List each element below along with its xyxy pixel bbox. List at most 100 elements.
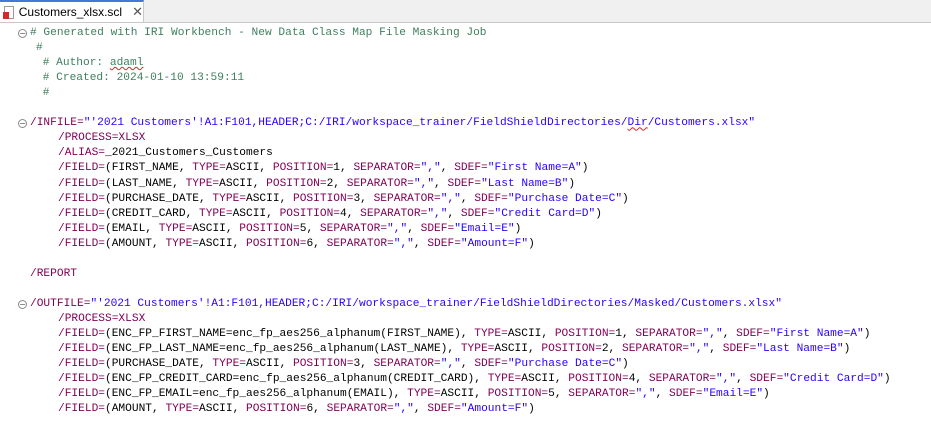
- tab-label: Customers_xlsx.scl: [18, 5, 123, 19]
- code-token: ",": [440, 192, 461, 205]
- code-token: ",": [689, 343, 710, 356]
- code-editor[interactable]: − # Generated with IRI Workbench - New Da…: [0, 23, 931, 424]
- code-line[interactable]: /FIELD=(ENC_FP_LAST_NAME=enc_fp_aes256_a…: [0, 342, 931, 357]
- code-token: ,: [447, 207, 461, 220]
- fold-toggle-icon[interactable]: −: [18, 299, 27, 309]
- code-text: /OUTFILE="'2021 Customers'!A1:F101,HEADE…: [30, 297, 782, 312]
- code-text: /FIELD=(LAST_NAME, TYPE=ASCII, POSITION=…: [58, 177, 575, 192]
- code-token: /FIELD=: [58, 177, 105, 190]
- code-token: (ENC_FP_EMAIL=enc_fp_aes256_alphanum(EMA…: [105, 388, 408, 401]
- code-line[interactable]: /FIELD=(PURCHASE_DATE, TYPE=ASCII, POSIT…: [0, 357, 931, 372]
- code-text: /FIELD=(EMAIL, TYPE=ASCII, POSITION=5, S…: [58, 222, 521, 237]
- code-token: SDEF=: [460, 207, 495, 220]
- code-text: /FIELD=(PURCHASE_DATE, TYPE=ASCII, POSIT…: [58, 192, 629, 207]
- code-token: 3,: [353, 192, 374, 205]
- code-line[interactable]: /REPORT: [0, 267, 931, 282]
- code-token: 5,: [299, 222, 320, 235]
- code-line[interactable]: [0, 282, 931, 297]
- code-line[interactable]: #: [0, 86, 931, 101]
- code-token: 6,: [306, 403, 327, 416]
- code-token: ",": [387, 222, 408, 235]
- code-token: SDEF=: [722, 343, 757, 356]
- code-token: (PURCHASE_DATE,: [105, 358, 213, 371]
- code-token: SDEF=: [454, 162, 488, 175]
- code-line[interactable]: /PROCESS=XLSX: [0, 131, 931, 146]
- code-line[interactable]: # Author: adaml: [0, 56, 931, 71]
- code-token: "Email=E": [454, 222, 515, 235]
- code-token: SEPARATOR=: [648, 373, 716, 386]
- code-line[interactable]: [0, 252, 931, 267]
- code-token: "First Name=A": [769, 328, 864, 340]
- tab-customers-xlsx-scl[interactable]: Customers_xlsx.scl ✕: [0, 0, 144, 22]
- code-line[interactable]: /FIELD=(AMOUNT, TYPE=ASCII, POSITION=6, …: [0, 237, 931, 252]
- code-token: ,: [655, 388, 670, 401]
- code-line[interactable]: /ALIAS=_2021_Customers_Customers: [0, 146, 931, 161]
- code-token: ",": [427, 207, 448, 220]
- code-token: #: [36, 42, 43, 55]
- code-token: /FIELD=: [58, 388, 105, 401]
- fold-toggle-icon[interactable]: −: [18, 119, 27, 129]
- code-token: # Generated with IRI Workbench - New Dat…: [30, 27, 487, 39]
- code-token: ,: [434, 177, 448, 190]
- code-token: SDEF=: [427, 237, 461, 250]
- code-line[interactable]: /FIELD=(LAST_NAME, TYPE=ASCII, POSITION=…: [0, 177, 931, 192]
- code-text: /ALIAS=_2021_Customers_Customers: [58, 146, 273, 161]
- code-token: ",": [440, 358, 461, 371]
- code-token: /REPORT: [30, 267, 77, 280]
- code-line[interactable]: /FIELD=(EMAIL, TYPE=ASCII, POSITION=5, S…: [0, 222, 931, 237]
- fold-toggle-icon[interactable]: −: [18, 29, 27, 38]
- code-token: SEPARATOR=: [353, 162, 421, 175]
- code-line[interactable]: [0, 101, 931, 116]
- code-line[interactable]: /FIELD=(AMOUNT, TYPE=ASCII, POSITION=6, …: [0, 402, 931, 417]
- code-line[interactable]: /FIELD=(ENC_FP_FIRST_NAME=enc_fp_aes256_…: [0, 327, 931, 342]
- code-token: ): [863, 328, 871, 340]
- code-line[interactable]: /FIELD=(ENC_FP_EMAIL=enc_fp_aes256_alpha…: [0, 387, 931, 402]
- code-token: ): [514, 222, 522, 235]
- code-token: ): [763, 388, 770, 401]
- code-line[interactable]: /PROCESS=XLSX: [0, 312, 931, 327]
- code-token: /FIELD=: [58, 343, 105, 356]
- code-token: Dir: [627, 117, 648, 130]
- code-token: (EMAIL,: [105, 222, 159, 235]
- code-token: /FIELD=: [58, 403, 105, 416]
- code-line[interactable]: −/INFILE="'2021 Customers'!A1:F101,HEADE…: [0, 116, 931, 131]
- code-token: (ENC_FP_LAST_NAME=enc_fp_aes256_alphanum…: [105, 343, 461, 356]
- code-line[interactable]: #: [0, 41, 931, 56]
- code-token: "Purchase Date=C": [507, 192, 623, 205]
- code-token: ,: [460, 192, 475, 205]
- code-line[interactable]: /FIELD=(PURCHASE_DATE, TYPE=ASCII, POSIT…: [0, 192, 931, 207]
- code-token: /PROCESS=XLSX: [58, 132, 146, 145]
- code-line[interactable]: /FIELD=(ENC_FP_CREDIT_CARD=enc_fp_aes256…: [0, 372, 931, 387]
- code-token: "Last Name=B": [756, 343, 844, 356]
- code-line[interactable]: −/OUTFILE="'2021 Customers'!A1:F101,HEAD…: [0, 297, 931, 312]
- code-token: SDEF=: [669, 388, 703, 401]
- code-token: "'2021 Customers'!A1:F101,HEADER;C:/IRI/…: [83, 117, 628, 130]
- code-token: (ENC_FP_FIRST_NAME=enc_fp_aes256_alphanu…: [105, 328, 475, 340]
- code-line[interactable]: /FIELD=(CREDIT_CARD, TYPE=ASCII, POSITIO…: [0, 207, 931, 222]
- code-token: SEPARATOR=: [373, 192, 441, 205]
- code-token: POSITION=: [293, 358, 354, 371]
- file-scl-icon: [3, 5, 14, 19]
- code-token: ASCII,: [232, 207, 280, 220]
- code-token: TYPE=: [165, 403, 200, 416]
- code-token: /FIELD=: [58, 222, 105, 235]
- code-token: SEPARATOR=: [326, 237, 394, 250]
- code-token: /FIELD=: [58, 207, 105, 220]
- code-token: #: [36, 87, 50, 100]
- code-line[interactable]: # Created: 2024-01-10 13:59:11: [0, 71, 931, 86]
- code-token: "Amount=F": [460, 403, 529, 416]
- code-token: 1,: [615, 328, 636, 340]
- code-token: POSITION=: [541, 343, 602, 356]
- code-token: POSITION=: [568, 373, 629, 386]
- code-token: (CREDIT_CARD,: [105, 207, 199, 220]
- code-token: /FIELD=: [58, 162, 105, 175]
- code-token: 2,: [601, 343, 622, 356]
- code-token: 5,: [548, 388, 569, 401]
- code-token: SEPARATOR=: [373, 358, 441, 371]
- code-line[interactable]: − # Generated with IRI Workbench - New Da…: [0, 26, 931, 41]
- code-token: ",": [413, 177, 435, 190]
- close-icon[interactable]: ✕: [132, 4, 143, 20]
- code-line[interactable]: /FIELD=(FIRST_NAME, TYPE=ASCII, POSITION…: [0, 161, 931, 176]
- code-token: ",": [716, 373, 737, 386]
- code-token: POSITION=: [246, 237, 307, 250]
